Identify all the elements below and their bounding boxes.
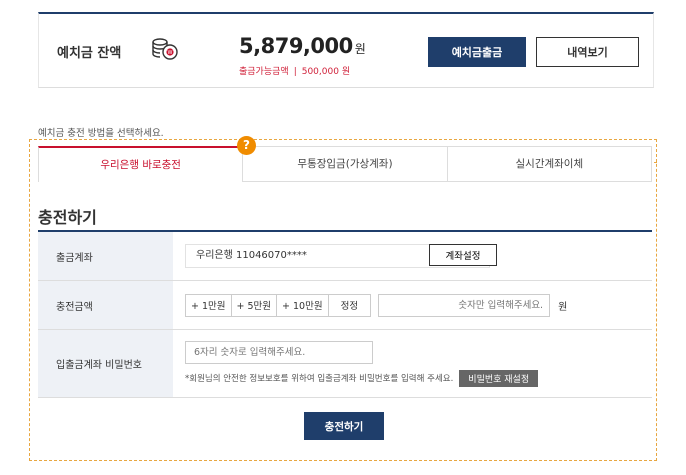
balance-title: 예치금 잔액	[57, 46, 122, 61]
password-input[interactable]	[185, 340, 373, 364]
amount-unit: 원	[558, 301, 568, 313]
tab-woori-direct[interactable]: 우리은행 바로충전	[38, 146, 244, 182]
account-row: 출금계좌 우리은행 11046070**** 계좌설정	[38, 232, 652, 281]
balance-card: 예치금 잔액 W 5,879,000 원 출금가능금액 | 500,000 원 예치금…	[38, 12, 654, 88]
charge-form: 출금계좌 우리은행 11046070**** 계좌설정 충전금액 + 1만원 +…	[38, 230, 652, 398]
amount-label: 충전금액	[38, 281, 173, 329]
help-icon[interactable]: ?	[237, 136, 256, 155]
withdraw-button[interactable]: 예치금출금	[428, 37, 526, 67]
coin-stack-icon: W	[152, 38, 178, 60]
amount-row: 충전금액 + 1만원 + 5만원 + 10만원 정정 원	[38, 281, 652, 330]
add-100000-button[interactable]: + 10만원	[276, 293, 329, 317]
available-label: 출금가능금액	[239, 67, 289, 77]
balance-amount: 5,879,000 원	[239, 34, 366, 58]
svg-text:W: W	[168, 50, 173, 56]
password-note: *회원님의 안전한 정보보호를 위하여 입출금계좌 비밀번호를 입력해 주세요.	[185, 374, 454, 384]
charge-method-tabs: 우리은행 바로충전 무통장입금(가상계좌) 실시간계좌이체	[38, 146, 652, 182]
account-display: 우리은행 11046070**** 계좌설정	[185, 244, 497, 268]
tab-realtime-transfer[interactable]: 실시간계좌이체	[447, 146, 652, 182]
account-label: 출금계좌	[38, 232, 173, 280]
account-value: 우리은행 11046070****	[196, 250, 307, 261]
password-row: 입출금계좌 비밀번호 *회원님의 안전한 정보보호를 위하여 입출금계좌 비밀번…	[38, 330, 652, 398]
password-label: 입출금계좌 비밀번호	[38, 330, 173, 397]
add-10000-button[interactable]: + 1만원	[185, 293, 232, 317]
balance-amount-value: 5,879,000	[239, 34, 353, 58]
amount-input[interactable]	[378, 293, 551, 317]
password-reset-button[interactable]: 비밀번호 재설정	[459, 369, 539, 387]
available-amount: 출금가능금액 | 500,000 원	[239, 67, 351, 77]
available-value: 500,000 원	[301, 67, 351, 77]
section-title: 충전하기	[38, 208, 97, 227]
correct-button[interactable]: 정정	[327, 293, 372, 317]
instruction-text: 예치금 충전 방법을 선택하세요.	[38, 128, 164, 139]
account-settings-button[interactable]: 계좌설정	[429, 244, 497, 266]
tab-virtual-account[interactable]: 무통장입금(가상계좌)	[243, 146, 448, 182]
history-button[interactable]: 내역보기	[536, 37, 639, 67]
charge-submit-button[interactable]: 충전하기	[304, 412, 384, 440]
balance-amount-unit: 원	[354, 42, 366, 56]
add-50000-button[interactable]: + 5만원	[230, 293, 278, 317]
